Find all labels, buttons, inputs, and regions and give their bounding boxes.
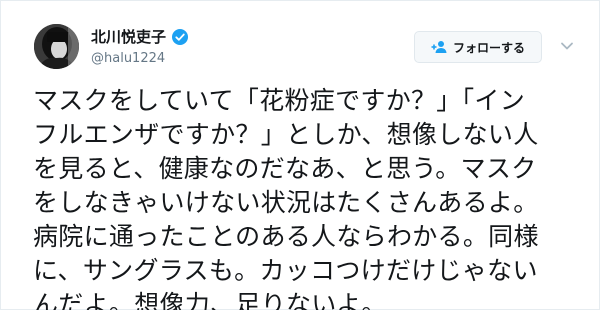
avatar-image: [34, 24, 79, 69]
follow-button[interactable]: フォローする: [414, 31, 542, 63]
tweet-line: をしなきゃいけない状況はたくさんあるよ。: [33, 188, 539, 217]
follow-button-label: フォローする: [452, 40, 525, 55]
tweet-card: 北川悦吏子 @halu1224 フォローする マスクをしていて「花粉症ですか？」…: [0, 0, 600, 310]
tweet-line: 病院に通ったことのある人ならわかる。同様: [33, 222, 539, 251]
tweet-line: に、サングラスも。カッコつけだけじゃない: [33, 256, 538, 285]
tweet-line: マスクをしていて「花粉症ですか？」「イン: [33, 86, 526, 115]
verified-badge-icon: [172, 29, 189, 45]
name-row: 北川悦吏子: [91, 26, 189, 48]
user-handle[interactable]: @halu1224: [91, 50, 188, 68]
tweet-text: マスクをしていて「花粉症ですか？」「イン フルエンザですか？」としか、想像しない…: [33, 84, 593, 310]
display-name[interactable]: 北川悦吏子: [91, 27, 166, 47]
chevron-down-icon[interactable]: [560, 41, 574, 51]
tweet-line: フルエンザですか？」としか、想像しない人: [33, 120, 539, 149]
user-info: 北川悦吏子 @halu1224: [91, 26, 189, 68]
tweet-line: を見ると、健康なのだなあ、と思う。マスク: [33, 154, 537, 183]
person-add-icon: [431, 41, 447, 53]
avatar[interactable]: [34, 24, 79, 69]
tweet-line: んだよ。想像力、足りないよ。: [33, 290, 387, 310]
